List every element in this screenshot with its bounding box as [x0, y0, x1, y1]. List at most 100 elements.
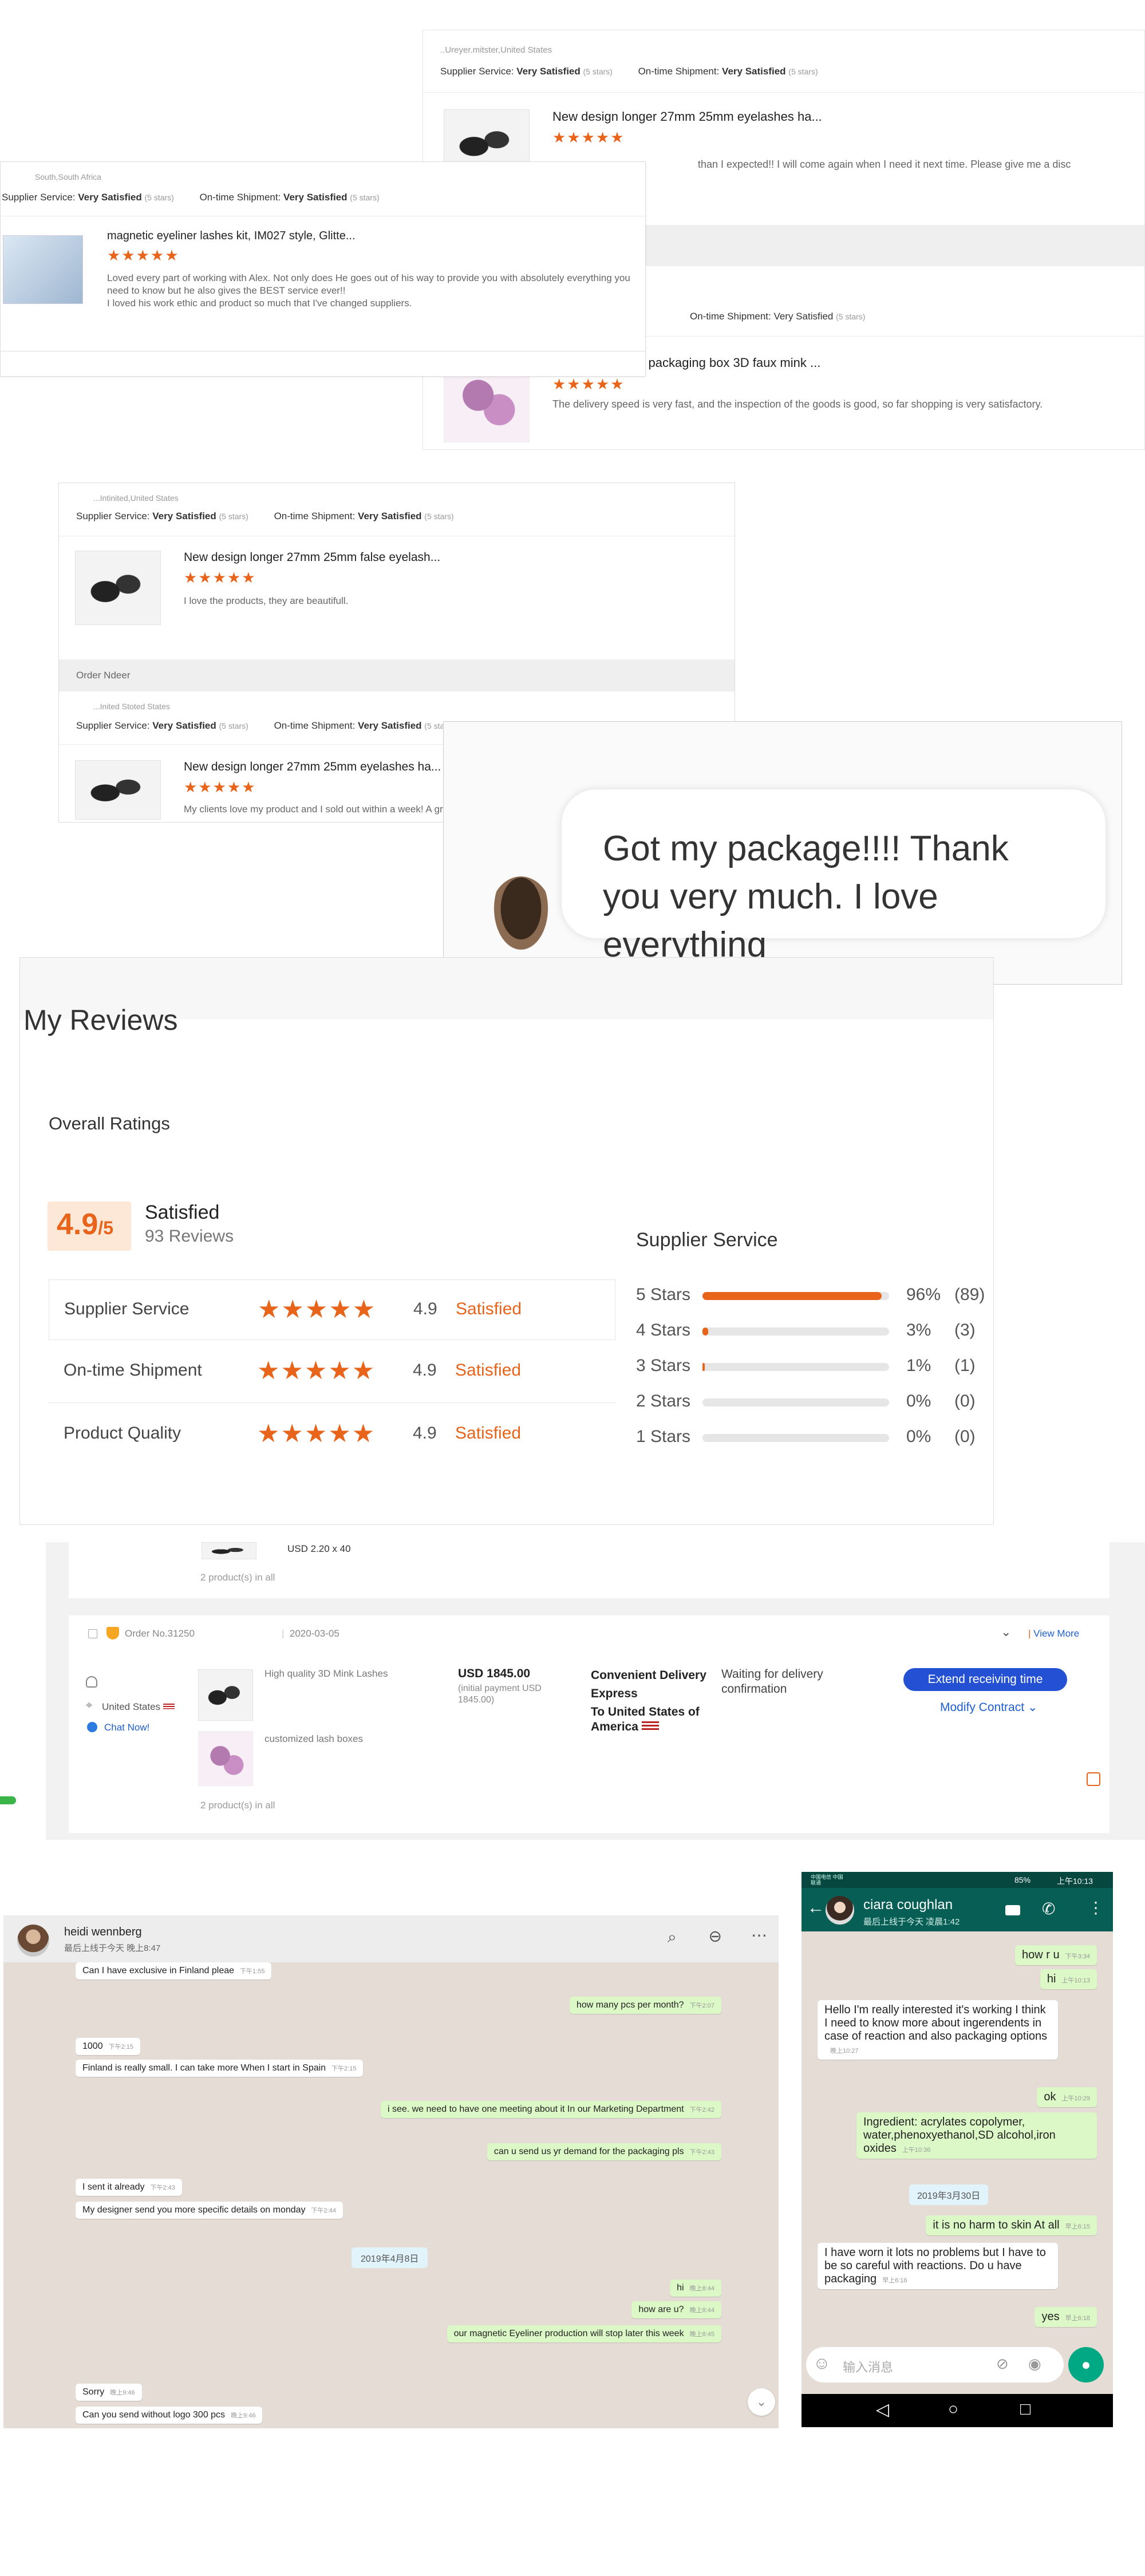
avatar[interactable] — [17, 1925, 49, 1957]
product-name[interactable]: High quality 3D Mink Lashes — [264, 1668, 388, 1680]
message-time: 晚上8:44 — [689, 2307, 714, 2314]
orders-panel: USD 2.20 x 40 2 product(s) in all Order … — [46, 1542, 1145, 1840]
view-more-link[interactable]: | View More — [1028, 1628, 1079, 1639]
rating-row: Product Quality ★★★★★ 4.9 Satisfied — [49, 1403, 615, 1466]
order-number[interactable]: Order No.31250 — [125, 1628, 195, 1639]
phone-icon[interactable]: ✆ — [1042, 1899, 1055, 1918]
product-title[interactable]: New design longer 27mm 25mm eyelashes ha… — [552, 109, 822, 124]
product-thumbnail[interactable] — [198, 1731, 253, 1786]
rating-stars: ★★★★★ — [107, 247, 180, 264]
breakdown-label: 2 Stars — [636, 1392, 691, 1411]
outgoing-message[interactable]: can u send us yr demand for the packagin… — [487, 2143, 721, 2160]
menu-icon[interactable]: ⋮ — [1088, 1898, 1104, 1917]
product-thumbnail[interactable] — [198, 1669, 253, 1721]
recent-apps-button[interactable]: □ — [1020, 2400, 1030, 2419]
outgoing-message[interactable]: our magnetic Eyeliner production will st… — [447, 2325, 721, 2342]
review-text: than I expected!! I will come again when… — [698, 159, 1071, 170]
emoji-icon[interactable]: ☺ — [813, 2354, 831, 2373]
review-text: I love the products, they are beautifull… — [184, 595, 349, 606]
product-thumbnail[interactable] — [75, 551, 161, 625]
review-count: 93 Reviews — [145, 1227, 234, 1246]
order-checkbox[interactable] — [88, 1629, 97, 1638]
product-thumbnail[interactable] — [202, 1542, 256, 1559]
rating-row: On-time Shipment ★★★★★ 4.9 Satisfied — [49, 1340, 615, 1403]
side-tab[interactable] — [0, 1796, 16, 1804]
outgoing-message[interactable]: hi 晚上8:44 — [670, 2279, 721, 2297]
outgoing-message[interactable]: ok 上午10:29 — [1037, 2087, 1097, 2107]
rating-label: On-time Shipment — [64, 1361, 202, 1380]
incoming-message[interactable]: 1000 下午2:15 — [76, 2038, 141, 2055]
message-text: I sent it already — [82, 2182, 145, 2192]
rating-stars: ★★★★★ — [257, 1357, 376, 1385]
outgoing-message[interactable]: hi 上午10:13 — [1040, 1969, 1097, 1989]
chat-icon[interactable] — [87, 1722, 97, 1732]
outgoing-message[interactable]: i see. we need to have one meeting about… — [380, 2101, 721, 2118]
message-time: 晚上9:46 — [110, 2389, 135, 2396]
rating-status: Satisfied — [456, 1299, 522, 1318]
overall-ratings-heading: Overall Ratings — [49, 1113, 170, 1133]
incoming-message[interactable]: Can I have exclusive in Finland pleae 下午1… — [76, 1962, 272, 1980]
product-thumbnail[interactable] — [3, 235, 83, 304]
chat-now-link[interactable]: Chat Now! — [104, 1722, 149, 1733]
incoming-message[interactable]: Hello I'm really interested it's working… — [818, 2000, 1058, 2060]
page-title: My Reviews — [23, 1004, 178, 1036]
breakdown-bar-fill — [702, 1363, 705, 1371]
home-nav-button[interactable]: ○ — [948, 2400, 958, 2419]
reviewer-location: South,South Africa — [35, 172, 101, 181]
message-time: 上午10:36 — [902, 2147, 931, 2154]
incoming-message[interactable]: I have worn it lots no problems but I ha… — [818, 2243, 1058, 2289]
rating-value: 4.9 — [413, 1361, 437, 1380]
video-call-icon[interactable] — [1005, 1905, 1020, 1915]
scroll-down-button[interactable]: ⌄ — [748, 2388, 775, 2416]
outgoing-message[interactable]: how r u 下午3:34 — [1014, 1945, 1097, 1965]
product-title[interactable]: New design longer 27mm 25mm false eyelas… — [184, 551, 440, 564]
outgoing-message[interactable]: it is no harm to skin At all 早上6:15 — [926, 2215, 1097, 2235]
incoming-message[interactable]: Sorry 晚上9:46 — [76, 2384, 142, 2401]
incoming-message[interactable]: Finland is really small. I can take more… — [76, 2060, 364, 2077]
back-icon[interactable]: ← — [807, 1898, 824, 1918]
message-text: 1000 — [82, 2041, 103, 2051]
back-nav-button[interactable]: ◁ — [876, 2400, 889, 2420]
outgoing-message[interactable]: how are u? 晚上8:44 — [631, 2301, 721, 2318]
microphone-button[interactable]: ● — [1068, 2347, 1104, 2383]
message-input[interactable]: 输入消息 — [843, 2357, 893, 2376]
outgoing-message[interactable]: Ingredient: acrylates copolymer, water,p… — [856, 2112, 1097, 2159]
reviewer-location: ...Intinited,United States — [93, 493, 179, 503]
menu-icon[interactable]: ⋯ — [751, 1926, 767, 1945]
product-title[interactable]: New design longer 27mm 25mm eyelashes ha… — [184, 760, 441, 774]
message-time: 上午10:13 — [1061, 1977, 1090, 1984]
outgoing-message[interactable]: yes 早上6:18 — [1035, 2307, 1097, 2327]
breakdown-percent: 0% — [906, 1427, 931, 1446]
camera-icon[interactable]: ◉ — [1028, 2355, 1041, 2373]
extend-receiving-time-button[interactable]: Extend receiving time — [903, 1668, 1067, 1691]
attach-icon[interactable]: ⊘ — [996, 2355, 1009, 2373]
product-thumbnail[interactable] — [75, 760, 161, 820]
message-time: 上午10:29 — [1061, 2095, 1090, 2102]
outgoing-message[interactable]: how many pcs per month? 下午2:07 — [569, 1997, 721, 2014]
contact-name[interactable]: heidi wennberg — [64, 1926, 142, 1939]
search-icon[interactable]: ⌕ — [668, 1928, 677, 1947]
product-title[interactable]: magnetic eyeliner lashes kit, IM027 styl… — [107, 230, 356, 243]
message-time: 下午2:43 — [689, 2149, 714, 2156]
message-time: 下午3:34 — [1065, 1953, 1090, 1960]
product-name[interactable]: customized lash boxes — [264, 1733, 363, 1745]
message-time: 下午2:43 — [150, 2184, 175, 2191]
incoming-message[interactable]: Can you send without logo 300 pcs 晚上9:46 — [76, 2407, 263, 2424]
shield-icon — [106, 1627, 119, 1639]
chevron-down-icon[interactable]: ⌄ — [1001, 1625, 1011, 1639]
modify-contract-link[interactable]: Modify Contract ⌄ — [940, 1700, 1038, 1714]
avatar[interactable] — [826, 1896, 854, 1925]
rating-stars: ★★★★★ — [552, 129, 625, 146]
incoming-message[interactable]: My designer send you more specific detai… — [76, 2202, 343, 2219]
message-text: Hello I'm really interested it's working… — [824, 2004, 1048, 2042]
message-text: i see. we need to have one meeting about… — [387, 2104, 684, 2114]
rating-label: Product Quality — [64, 1424, 181, 1443]
contact-name[interactable]: ciara coughlan — [863, 1897, 953, 1913]
initial-payment: (initial payment USD 1845.00) — [458, 1684, 542, 1705]
overall-score: 4.9/5 — [57, 1208, 113, 1241]
breakdown-bar — [702, 1363, 889, 1371]
item-price: USD 2.20 x 40 — [287, 1543, 351, 1554]
incoming-message[interactable]: I sent it already 下午2:43 — [76, 2179, 182, 2196]
feedback-icon[interactable] — [1087, 1772, 1100, 1786]
breakdown-bar-fill — [702, 1292, 882, 1300]
